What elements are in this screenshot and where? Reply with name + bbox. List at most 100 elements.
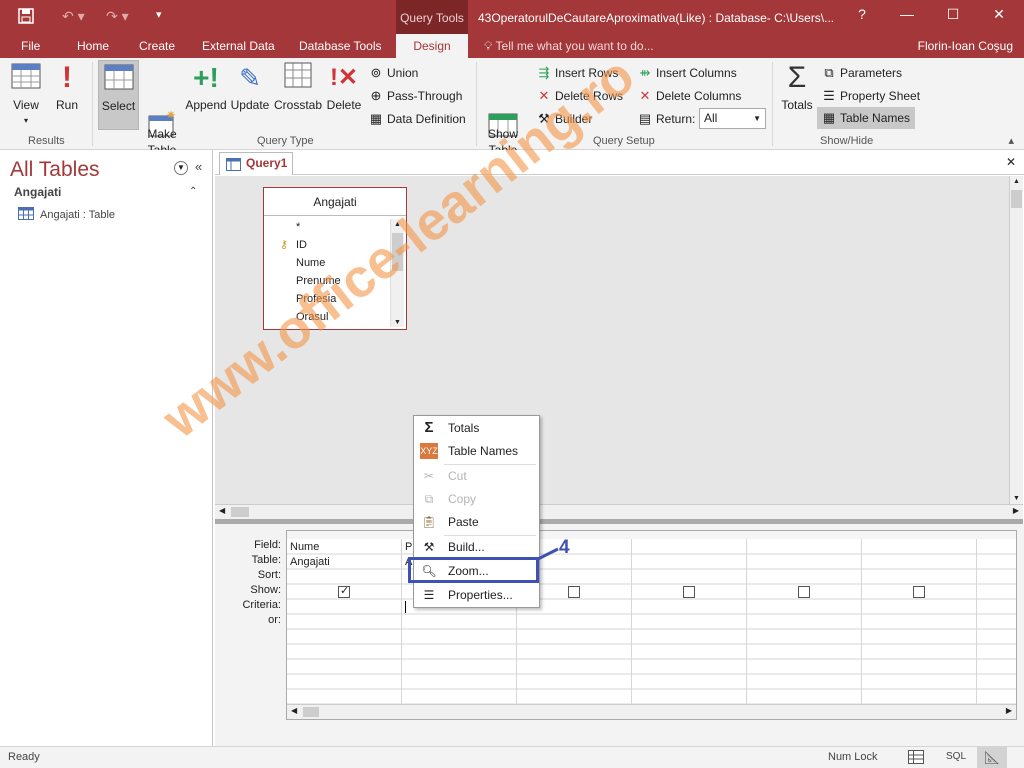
grid-cell-table-col1[interactable]: Angajati: [290, 556, 330, 568]
scroll-left-icon[interactable]: ◀: [291, 706, 297, 715]
field-nume[interactable]: Nume: [296, 257, 325, 269]
upper-vertical-scrollbar[interactable]: ▲ ▼: [1009, 176, 1023, 504]
grid-cell-field-col2[interactable]: P: [405, 541, 412, 553]
menu-item-cut[interactable]: ✂ Cut: [414, 465, 539, 487]
insert-columns-button[interactable]: ⇻ Insert Columns: [637, 65, 737, 81]
tab-home[interactable]: Home: [77, 39, 109, 53]
property-sheet-button[interactable]: ☰ Property Sheet: [821, 88, 920, 104]
show-checkbox-col4[interactable]: [683, 586, 695, 598]
tab-file[interactable]: File: [21, 39, 40, 53]
close-document-icon[interactable]: ✕: [1006, 155, 1016, 169]
tab-external-data[interactable]: External Data: [202, 39, 275, 53]
table-design-area[interactable]: Angajati * ⚷ ID Nume Prenume Profesia Or…: [215, 176, 1009, 504]
tab-database-tools[interactable]: Database Tools: [299, 39, 382, 53]
user-name[interactable]: Florin-Ioan Coşug: [918, 39, 1013, 53]
parameters-label: Parameters: [840, 66, 903, 80]
query-design-grid[interactable]: Nume Angajati P A ✓ ◀ ▶: [286, 530, 1017, 720]
make-table-button[interactable]: ✷ Make Table: [144, 62, 180, 158]
scroll-left-icon[interactable]: ◀: [219, 506, 225, 515]
nav-collapse-icon[interactable]: «: [195, 159, 202, 174]
union-button[interactable]: ⊚ Union: [368, 65, 419, 81]
field-prenume[interactable]: Prenume: [296, 275, 341, 287]
nav-dropdown-icon[interactable]: ▼: [174, 161, 188, 175]
sql-view-button[interactable]: SQL: [946, 751, 966, 762]
scroll-thumb[interactable]: [1011, 190, 1022, 208]
show-checkbox-col6[interactable]: [913, 586, 925, 598]
view-button[interactable]: View ▾: [8, 62, 44, 126]
upper-horizontal-scrollbar[interactable]: ◀ ▶: [215, 504, 1023, 519]
minimize-button[interactable]: —: [892, 6, 922, 22]
return-icon: ▤: [638, 111, 652, 126]
help-icon[interactable]: ?: [847, 6, 877, 22]
tab-create[interactable]: Create: [139, 39, 175, 53]
scroll-up-icon[interactable]: ▲: [394, 221, 401, 228]
menu-item-totals[interactable]: Σ Totals: [414, 417, 539, 439]
select-label: Select: [101, 99, 136, 113]
crosstab-icon: [274, 62, 322, 94]
delete-columns-button[interactable]: ✕ Delete Columns: [637, 88, 742, 104]
field-orasul[interactable]: Orasul: [296, 311, 328, 323]
grid-horizontal-scrollbar[interactable]: ◀ ▶: [287, 704, 1016, 719]
property-sheet-label: Property Sheet: [840, 89, 921, 103]
totals-button[interactable]: Σ Totals: [778, 62, 816, 113]
table-names-button[interactable]: ▦ Table Names: [817, 107, 915, 129]
redo-icon[interactable]: ↷ ▾: [106, 8, 129, 25]
menu-item-zoom[interactable]: 🔍︎ Zoom...: [414, 560, 539, 582]
field-all[interactable]: *: [296, 221, 300, 233]
scroll-thumb[interactable]: [303, 707, 319, 717]
nav-group-header[interactable]: Angajati: [14, 185, 61, 199]
return-select[interactable]: All ▼: [699, 108, 766, 129]
show-table-button[interactable]: Show Table: [482, 62, 524, 158]
insert-rows-button[interactable]: ⇶ Insert Rows: [536, 65, 619, 81]
tell-me-search[interactable]: 💡︎ Tell me what you want to do...: [484, 39, 654, 54]
field-profesia[interactable]: Profesia: [296, 293, 336, 305]
grid-cell-table-col2[interactable]: A: [405, 556, 412, 568]
scroll-thumb[interactable]: [231, 507, 249, 517]
select-query-button[interactable]: Select: [98, 60, 139, 130]
append-label: Append: [185, 98, 227, 112]
close-button[interactable]: ✕: [984, 6, 1014, 23]
show-checkbox-col1[interactable]: ✓: [338, 585, 350, 598]
scroll-right-icon[interactable]: ▶: [1013, 506, 1019, 515]
builder-button[interactable]: ⚒ Builder: [536, 111, 592, 127]
scroll-down-icon[interactable]: ▼: [1013, 495, 1020, 502]
parameters-button[interactable]: ⧉ Parameters: [821, 65, 902, 81]
menu-item-properties[interactable]: ☰ Properties...: [414, 584, 539, 606]
tab-query1[interactable]: Query1: [219, 152, 293, 175]
table-field-list-angajati[interactable]: Angajati * ⚷ ID Nume Prenume Profesia Or…: [263, 187, 407, 330]
scroll-right-icon[interactable]: ▶: [1006, 706, 1012, 715]
nav-pane-title[interactable]: All Tables: [10, 158, 100, 182]
datasheet-view-icon[interactable]: [908, 750, 924, 767]
show-checkbox-col5[interactable]: [798, 586, 810, 598]
menu-item-paste[interactable]: 📋︎ Paste: [414, 511, 539, 533]
scroll-thumb[interactable]: [392, 233, 403, 271]
scroll-down-icon[interactable]: ▼: [394, 319, 401, 326]
field-list-scrollbar[interactable]: ▲ ▼: [390, 219, 404, 327]
nav-item-angajati-table[interactable]: Angajati : Table: [18, 207, 115, 223]
delete-query-button[interactable]: !✕ Delete: [326, 62, 362, 112]
pass-through-button[interactable]: ⊕ Pass-Through: [368, 88, 463, 104]
data-definition-button[interactable]: ▦ Data Definition: [368, 111, 466, 127]
show-checkbox-col3[interactable]: [568, 586, 580, 598]
grid-cell-field-col1[interactable]: Nume: [290, 541, 319, 553]
group-collapse-icon[interactable]: ⌃: [189, 186, 197, 197]
crosstab-button[interactable]: Crosstab: [274, 62, 322, 112]
scroll-up-icon[interactable]: ▲: [1013, 178, 1020, 185]
menu-item-table-names[interactable]: XYZ Table Names: [414, 440, 539, 462]
delete-rows-button[interactable]: ✕ Delete Rows: [536, 88, 623, 104]
update-button[interactable]: ✎ Update: [230, 62, 270, 112]
save-icon[interactable]: [18, 8, 34, 27]
builder-wand-icon: ⚒: [538, 111, 550, 126]
field-id[interactable]: ID: [296, 239, 307, 251]
customize-qat-icon[interactable]: ▾: [156, 8, 162, 21]
append-button[interactable]: +! Append: [184, 62, 228, 112]
design-view-icon[interactable]: 📐︎: [977, 747, 1007, 768]
collapse-ribbon-icon[interactable]: ▴: [1008, 134, 1014, 147]
menu-item-build[interactable]: ⚒ Build...: [414, 536, 539, 558]
tab-design[interactable]: Design: [396, 34, 468, 58]
menu-item-copy[interactable]: ⧉ Copy: [414, 488, 539, 510]
undo-icon[interactable]: ↶ ▾: [62, 8, 85, 25]
run-button[interactable]: ! Run: [52, 62, 82, 113]
restore-button[interactable]: ☐: [938, 6, 968, 23]
field-list-title[interactable]: Angajati: [264, 188, 406, 216]
